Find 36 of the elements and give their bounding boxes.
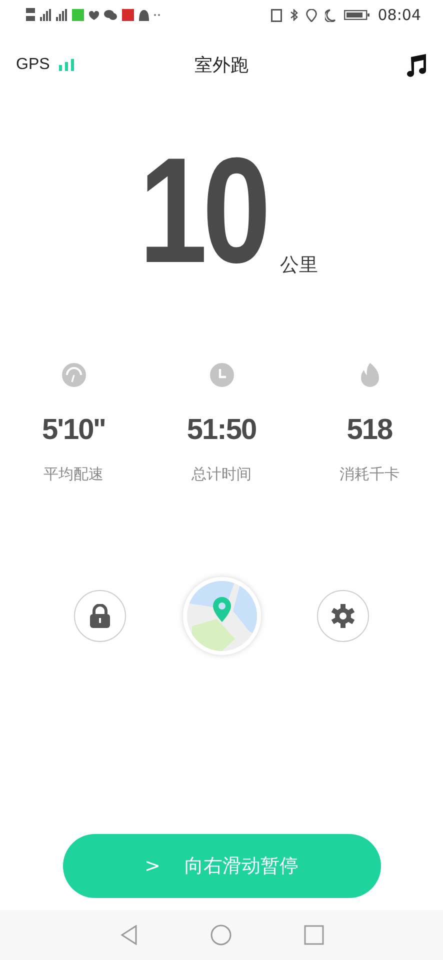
lock-button[interactable] xyxy=(74,590,126,642)
clock-icon xyxy=(210,363,234,387)
bluetooth-icon xyxy=(290,9,298,21)
settings-button[interactable] xyxy=(317,590,369,642)
hd-icon xyxy=(26,8,35,22)
speedometer-icon xyxy=(62,363,86,387)
stat-label: 总计时间 xyxy=(192,464,252,484)
app-icon xyxy=(72,9,84,21)
app-icon xyxy=(122,9,134,21)
battery-icon xyxy=(344,10,370,20)
home-icon[interactable] xyxy=(210,924,232,946)
distance-value: 10 xyxy=(139,135,266,285)
back-icon[interactable] xyxy=(120,925,138,945)
stat-value: 5'10'' xyxy=(42,413,106,448)
heart-icon xyxy=(89,10,99,20)
slide-to-pause-button[interactable]: > 向右滑动暂停 xyxy=(62,834,380,898)
gps-label: GPS xyxy=(16,55,50,75)
bell-icon xyxy=(139,10,149,20)
stat-value: 51:50 xyxy=(186,413,256,448)
signal-icon xyxy=(40,9,51,21)
location-icon xyxy=(306,8,317,22)
chat-icon xyxy=(104,10,117,20)
signal-icon xyxy=(58,59,74,71)
clock-time: 08:04 xyxy=(378,4,421,26)
nfc-icon xyxy=(270,8,282,22)
signal-icon xyxy=(56,9,67,21)
moon-icon xyxy=(324,8,336,22)
page-title: 室外跑 xyxy=(194,54,248,78)
settings-icon xyxy=(331,604,355,628)
distance-unit: 公里 xyxy=(280,252,318,278)
stat-label: 消耗千卡 xyxy=(340,464,400,484)
lock-icon xyxy=(89,604,111,628)
music-icon[interactable] xyxy=(405,53,427,77)
stat-label: 平均配速 xyxy=(44,464,104,484)
stat-value: 518 xyxy=(346,413,392,448)
recents-icon[interactable] xyxy=(304,925,324,945)
